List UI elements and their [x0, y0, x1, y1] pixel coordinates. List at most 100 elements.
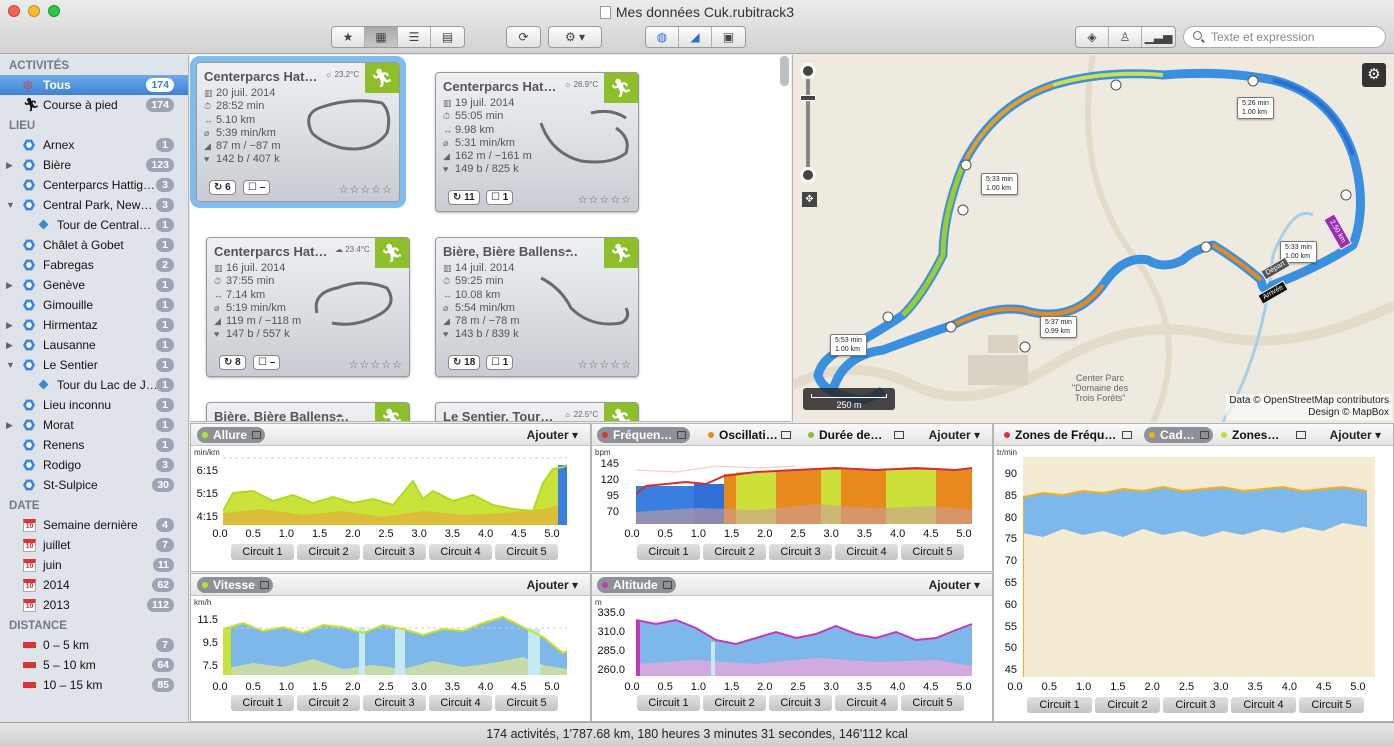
- sidebar-item[interactable]: Gimouille 1: [0, 295, 188, 315]
- list-view-icon[interactable]: ☰: [398, 27, 431, 47]
- altitude-add-dropdown[interactable]: Ajouter ▾: [929, 577, 980, 593]
- circuit-button[interactable]: Circuit 1: [637, 544, 700, 560]
- disclosure-open-icon[interactable]: ▼: [6, 355, 15, 375]
- sidebar-item[interactable]: 5 – 10 km 64: [0, 655, 188, 675]
- sidebar-item[interactable]: ▼ Central Park, New… 3: [0, 195, 188, 215]
- split-marker[interactable]: 5:53 min 1.00 km: [830, 334, 867, 356]
- equipment-icon[interactable]: ◈: [1076, 27, 1109, 47]
- disclosure-open-icon[interactable]: ▼: [6, 195, 15, 215]
- circuit-button[interactable]: Circuit 1: [1027, 697, 1092, 713]
- search-field[interactable]: Texte et expression: [1183, 26, 1386, 48]
- sidebar-item[interactable]: ▶ Lausanne 1: [0, 335, 188, 355]
- sidebar-item[interactable]: ▶ Hirmentaz 1: [0, 315, 188, 335]
- circuit-button[interactable]: Circuit 4: [429, 544, 492, 560]
- refresh-icon[interactable]: ⟳: [507, 27, 540, 47]
- frequence-add-dropdown[interactable]: Ajouter ▾: [929, 427, 980, 443]
- circuit-button[interactable]: Circuit 5: [901, 544, 964, 560]
- circuit-button[interactable]: Circuit 3: [1163, 697, 1228, 713]
- sidebar-item[interactable]: ▶ Genève 1: [0, 275, 188, 295]
- disclosure-closed-icon[interactable]: ▶: [6, 315, 13, 335]
- circuit-button[interactable]: Circuit 3: [363, 695, 426, 711]
- sidebar-item[interactable]: Châlet à Gobet 1: [0, 235, 188, 255]
- sidebar-item[interactable]: ▶ Morat 1: [0, 415, 188, 435]
- sidebar-item[interactable]: Lieu inconnu 1: [0, 395, 188, 415]
- duree-tab[interactable]: Durée de…: [808, 427, 882, 443]
- allure-add-dropdown[interactable]: Ajouter ▾: [527, 427, 578, 443]
- globe-map-icon[interactable]: ◍: [646, 27, 679, 47]
- table-view-icon[interactable]: ▤: [431, 27, 464, 47]
- person-icon[interactable]: ♙: [1109, 27, 1142, 47]
- osm-attribution[interactable]: Data © OpenStreetMap contributors: [1229, 395, 1389, 407]
- circuit-button[interactable]: Circuit 4: [1231, 697, 1296, 713]
- sidebar-item[interactable]: 10 juin 11: [0, 555, 188, 575]
- circuit-button[interactable]: Circuit 5: [495, 695, 558, 711]
- circuit-button[interactable]: Circuit 1: [231, 695, 294, 711]
- sidebar-item[interactable]: ◎ Tous 174: [0, 75, 188, 95]
- rating-stars[interactable]: ☆☆☆☆☆: [578, 358, 632, 371]
- allure-tag[interactable]: Allure: [197, 427, 266, 443]
- route-map[interactable]: ✥ ⚙ 5:26 min 1.00 km 5:33 min 1.00 km 5:33 m…: [792, 55, 1394, 422]
- activity-card[interactable]: Bière, Bière Ballens… ☁ 🏃︎ ▥ 14 juil. 2014 ⏱…: [435, 237, 639, 377]
- circuit-button[interactable]: Circuit 2: [1095, 697, 1160, 713]
- zoom-slider[interactable]: [800, 63, 816, 183]
- rating-stars[interactable]: ☆☆☆☆☆: [349, 358, 403, 371]
- vitesse-tag[interactable]: Vitesse: [197, 577, 273, 593]
- sidebar-item[interactable]: Tour de Central… 1: [0, 215, 188, 235]
- disclosure-closed-icon[interactable]: ▶: [6, 155, 13, 175]
- sidebar-item[interactable]: Centerparcs Hattig… 3: [0, 175, 188, 195]
- circuit-button[interactable]: Circuit 4: [429, 695, 492, 711]
- circuit-button[interactable]: Circuit 2: [297, 695, 360, 711]
- favorites-star-icon[interactable]: ★: [332, 27, 365, 47]
- zoom-thumb[interactable]: [800, 95, 816, 101]
- circuit-button[interactable]: Circuit 1: [637, 695, 700, 711]
- circuit-button[interactable]: Circuit 2: [297, 544, 360, 560]
- grid-scrollbar[interactable]: [780, 56, 789, 86]
- disclosure-closed-icon[interactable]: ▶: [6, 335, 13, 355]
- gear-dropdown-icon[interactable]: ⚙ ▾: [549, 27, 601, 47]
- activity-card[interactable]: Centerparcs Hat… ☼ 23.2°C 🏃︎ ▥ 20 juil. 2014…: [196, 62, 400, 202]
- disclosure-closed-icon[interactable]: ▶: [6, 275, 13, 295]
- sidebar-item[interactable]: ▼ Le Sentier 1: [0, 355, 188, 375]
- zoom-in-icon[interactable]: [800, 63, 816, 79]
- circuit-button[interactable]: Circuit 2: [703, 695, 766, 711]
- zones-frequence-tab[interactable]: Zones de Fréqu…: [1004, 427, 1116, 443]
- activity-card[interactable]: Bière, Bière Ballens… ☁ 🏃︎: [206, 402, 410, 421]
- altitude-tag[interactable]: Altitude: [597, 577, 676, 593]
- mapbox-attribution[interactable]: Design © MapBox: [1229, 407, 1389, 419]
- circuit-button[interactable]: Circuit 5: [1299, 697, 1364, 713]
- split-marker[interactable]: 5:26 min 1.00 km: [1237, 97, 1274, 119]
- photo-icon[interactable]: ▣: [712, 27, 745, 47]
- sidebar-item[interactable]: Renens 1: [0, 435, 188, 455]
- activity-card[interactable]: Le Sentier, Tour… ☼ 22.5°C 🏃︎: [435, 402, 639, 421]
- cadence-tag[interactable]: Cad…: [1144, 427, 1213, 443]
- sidebar-item[interactable]: Rodigo 3: [0, 455, 188, 475]
- map-settings-gear-icon[interactable]: ⚙: [1362, 63, 1386, 87]
- sidebar-item[interactable]: 10 Semaine dernière 4: [0, 515, 188, 535]
- fit-route-icon[interactable]: ✥: [802, 192, 817, 207]
- circuit-button[interactable]: Circuit 3: [363, 544, 426, 560]
- sidebar-item[interactable]: 10 – 15 km 85: [0, 675, 188, 695]
- sidebar-item[interactable]: 10 2014 62: [0, 575, 188, 595]
- grid-view-icon[interactable]: ▦: [365, 27, 398, 47]
- oscillation-tab[interactable]: Oscillati…: [708, 427, 778, 443]
- sidebar-item[interactable]: 0 – 5 km 7: [0, 635, 188, 655]
- map-attribution[interactable]: Data © OpenStreetMap contributors Design…: [1226, 394, 1392, 420]
- sidebar-item[interactable]: Fabregas 2: [0, 255, 188, 275]
- activity-card[interactable]: Centerparcs Hat… ☁ 23.4°C 🏃︎ ▥ 16 juil. 2014…: [206, 237, 410, 377]
- circuit-button[interactable]: Circuit 5: [495, 544, 558, 560]
- signal-bars-icon[interactable]: ▁▃▅: [1142, 27, 1175, 47]
- sidebar-item[interactable]: 10 2013 112: [0, 595, 188, 615]
- circuit-button[interactable]: Circuit 1: [231, 544, 294, 560]
- circuit-button[interactable]: Circuit 4: [835, 544, 898, 560]
- chart-graph-icon[interactable]: ◢: [679, 27, 712, 47]
- vitesse-add-dropdown[interactable]: Ajouter ▾: [527, 577, 578, 593]
- sidebar-item[interactable]: Tour du Lac de J… 1: [0, 375, 188, 395]
- circuit-button[interactable]: Circuit 3: [769, 695, 832, 711]
- disclosure-closed-icon[interactable]: ▶: [6, 415, 13, 435]
- split-marker[interactable]: 5:33 min 1.00 km: [981, 173, 1018, 195]
- sidebar-item[interactable]: 10 juillet 7: [0, 535, 188, 555]
- circuit-button[interactable]: Circuit 3: [769, 544, 832, 560]
- circuit-button[interactable]: Circuit 4: [835, 695, 898, 711]
- sidebar-item[interactable]: St-Sulpice 30: [0, 475, 188, 495]
- sidebar-item[interactable]: Arnex 1: [0, 135, 188, 155]
